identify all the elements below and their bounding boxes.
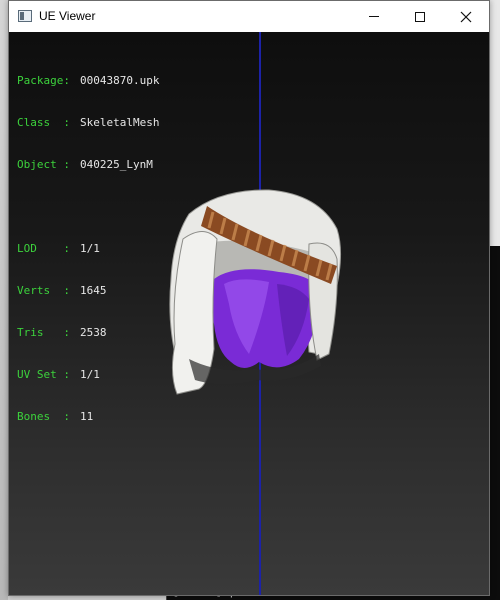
uvset-value: 1/1 xyxy=(80,368,100,381)
desktop-background-left xyxy=(0,0,8,600)
3d-viewport[interactable]: Package: 00043870.upk Class : SkeletalMesh… xyxy=(9,32,489,595)
uvset-label: UV Set : xyxy=(17,368,70,381)
package-label: Package: xyxy=(17,74,70,87)
verts-label: Verts : xyxy=(17,284,70,297)
mesh-info-panel: Package: 00043870.upk Class : SkeletalMesh… xyxy=(17,46,159,452)
maximize-button[interactable] xyxy=(397,1,443,32)
ue-viewer-window: UE Viewer Package: 00043870.upk Class : Sk… xyxy=(8,0,490,596)
app-icon xyxy=(18,10,32,22)
close-icon xyxy=(460,11,472,22)
window-title: UE Viewer xyxy=(39,9,96,23)
minimize-icon xyxy=(369,16,379,17)
mesh-preview-model xyxy=(169,189,342,395)
tris-value: 2538 xyxy=(80,326,107,339)
package-value: 00043870.upk xyxy=(80,74,160,87)
verts-value: 1645 xyxy=(80,284,107,297)
close-button[interactable] xyxy=(443,1,489,32)
tris-label: Tris : xyxy=(17,326,70,339)
object-label: Object : xyxy=(17,158,70,171)
class-value: SkeletalMesh xyxy=(80,116,160,129)
bones-value: 11 xyxy=(80,410,94,423)
lod-label: LOD : xyxy=(17,242,70,255)
maximize-icon xyxy=(415,11,425,22)
class-label: Class : xyxy=(17,116,70,129)
minimize-button[interactable] xyxy=(351,1,397,32)
lod-value: 1/1 xyxy=(80,242,100,255)
title-bar[interactable]: UE Viewer xyxy=(9,1,489,32)
object-value: 040225_LynM xyxy=(80,158,153,171)
bones-label: Bones : xyxy=(17,410,70,423)
